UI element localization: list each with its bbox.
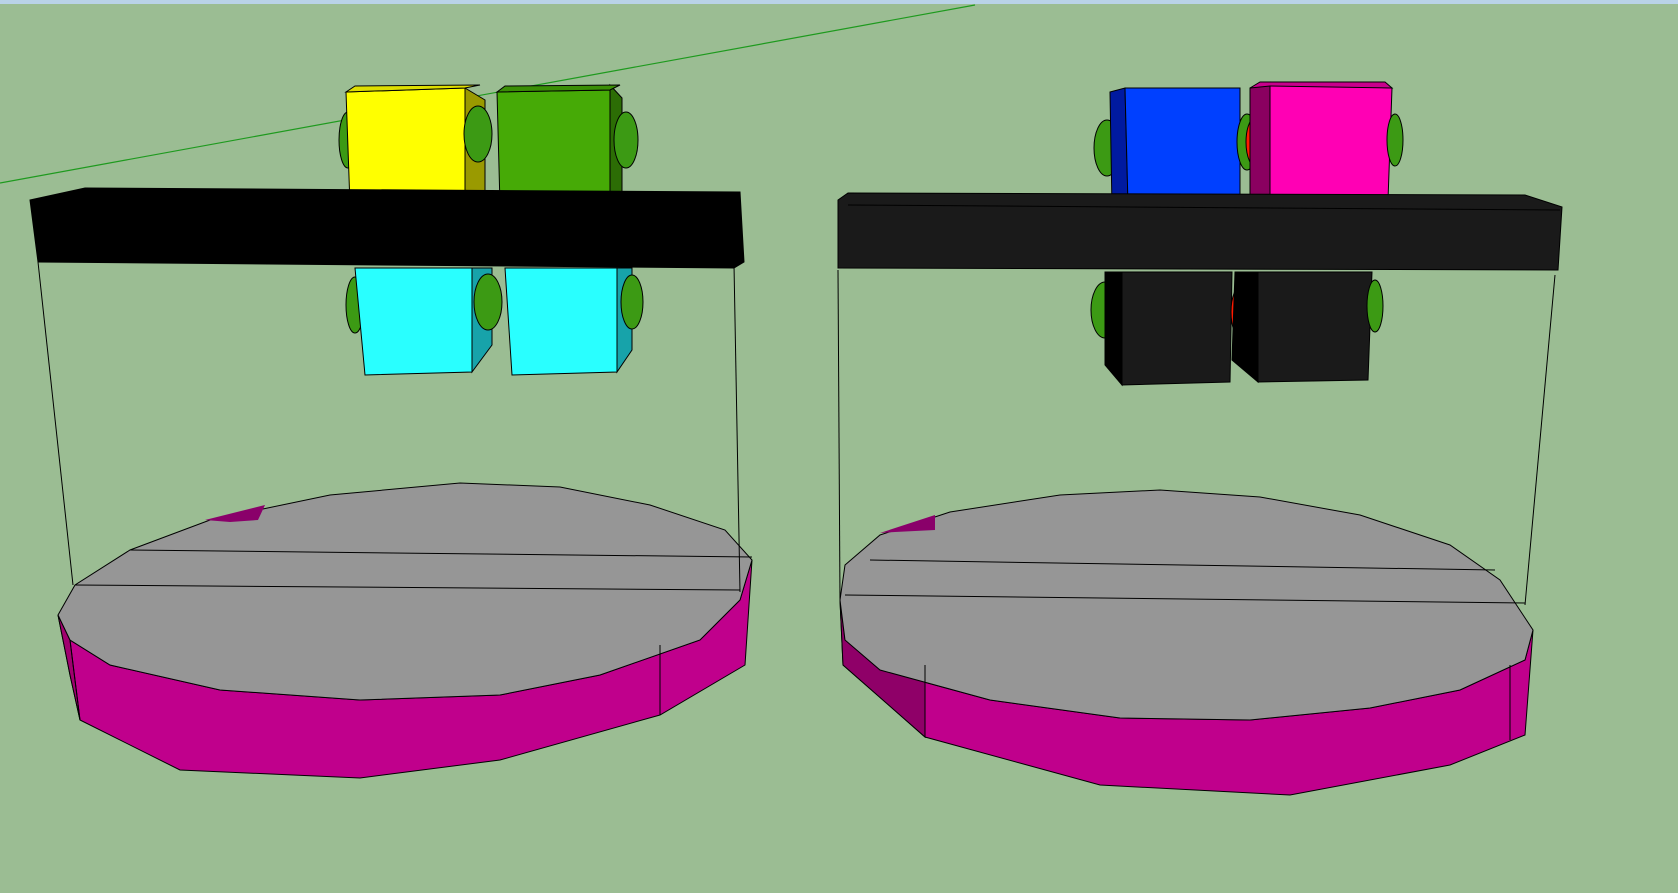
green-axis-line bbox=[0, 4, 976, 184]
right-top-block-blue[interactable] bbox=[1093, 87, 1271, 209]
3d-modeling-viewport[interactable] bbox=[0, 0, 1678, 893]
right-top-block-magenta[interactable] bbox=[1249, 81, 1404, 206]
left-platform[interactable] bbox=[57, 482, 753, 779]
left-support-wire-left bbox=[37, 261, 74, 586]
left-platform-top-accent bbox=[205, 505, 265, 522]
connector-knob bbox=[463, 105, 493, 163]
connector-knob bbox=[1366, 279, 1384, 333]
right-bottom-block-black-2[interactable] bbox=[1231, 271, 1384, 384]
connector-knob bbox=[613, 111, 639, 169]
left-crossbar[interactable] bbox=[29, 187, 745, 269]
connector-knob bbox=[620, 274, 644, 330]
left-bottom-block-cyan-2[interactable] bbox=[473, 267, 644, 376]
right-platform[interactable] bbox=[839, 489, 1534, 796]
right-support-wire-right bbox=[1524, 274, 1556, 606]
right-assembly[interactable] bbox=[837, 81, 1563, 796]
viewport-top-edge bbox=[0, 0, 1678, 4]
left-top-block-yellow[interactable] bbox=[338, 84, 486, 206]
connector-knob bbox=[473, 273, 503, 331]
right-platform-top-accent bbox=[880, 515, 935, 533]
scene-canvas[interactable] bbox=[0, 0, 1678, 893]
connector-knob bbox=[1386, 113, 1404, 167]
left-assembly[interactable] bbox=[29, 83, 753, 779]
left-top-block-green[interactable] bbox=[463, 83, 639, 206]
right-platform-top bbox=[839, 489, 1534, 721]
right-crossbar[interactable] bbox=[837, 192, 1563, 271]
left-bottom-block-cyan-1[interactable] bbox=[345, 267, 493, 376]
right-support-wire-left bbox=[837, 269, 841, 601]
right-bottom-block-black-1[interactable] bbox=[1090, 271, 1254, 387]
